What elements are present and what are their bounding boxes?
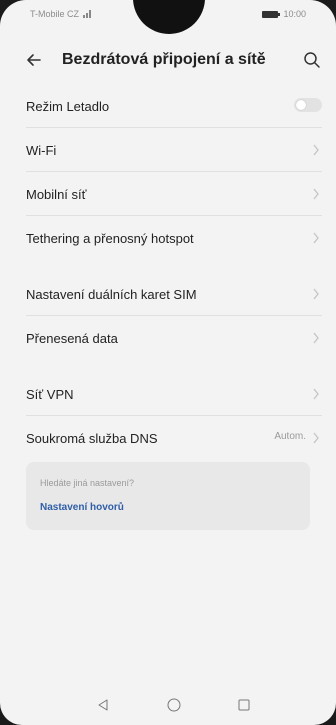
arrow-left-icon[interactable] (24, 50, 44, 70)
chevron-right-icon (313, 432, 319, 444)
setting-private-dns[interactable]: Soukromá služba DNS Autom. (0, 416, 336, 460)
page-title: Bezdrátová připojení a sítě (62, 51, 266, 68)
status-right: 10:00 (262, 9, 306, 19)
settings-list: Režim Letadlo Wi-Fi Mobilní síť Tetherin… (0, 84, 336, 460)
airplane-mode-toggle[interactable] (294, 98, 322, 112)
carrier-label: T-Mobile CZ (30, 9, 80, 19)
setting-label: Soukromá služba DNS (26, 430, 158, 446)
setting-label: Mobilní síť (26, 186, 87, 202)
status-left: T-Mobile CZ (30, 9, 93, 19)
nav-back-icon[interactable] (97, 699, 109, 711)
battery-icon (262, 10, 281, 18)
phone-screen: T-Mobile CZ 10:00 Bezdrátová připojení a… (0, 0, 336, 725)
chevron-right-icon (313, 188, 319, 200)
status-bar: T-Mobile CZ 10:00 (0, 0, 336, 30)
chevron-right-icon (313, 288, 319, 300)
setting-tethering[interactable]: Tethering a přenosný hotspot (0, 216, 336, 260)
setting-label: Přenesená data (26, 330, 118, 346)
setting-data-usage[interactable]: Přenesená data (0, 316, 336, 360)
nav-recent-apps-icon[interactable] (238, 699, 250, 711)
suggestion-card: Hledáte jiná nastavení? Nastavení hovorů (26, 462, 310, 530)
search-icon[interactable] (302, 50, 322, 70)
setting-label: Režim Letadlo (26, 98, 110, 114)
suggestion-hint: Hledáte jiná nastavení? (40, 478, 135, 488)
call-settings-link[interactable]: Nastavení hovorů (40, 502, 124, 513)
chevron-right-icon (313, 232, 319, 244)
status-time: 10:00 (283, 9, 306, 19)
chevron-right-icon (313, 144, 319, 156)
setting-mobile-network[interactable]: Mobilní síť (0, 172, 336, 216)
navigation-bar (0, 685, 336, 725)
dns-value: Autom. (274, 431, 306, 442)
setting-label: Nastavení duálních karet SIM (26, 286, 197, 302)
app-bar: Bezdrátová připojení a sítě (0, 40, 336, 80)
toggle-knob (296, 100, 306, 110)
setting-label: Wi-Fi (26, 142, 57, 158)
setting-label: Síť VPN (26, 386, 74, 402)
chevron-right-icon (313, 332, 319, 344)
setting-vpn[interactable]: Síť VPN (0, 372, 336, 416)
setting-airplane-mode[interactable]: Režim Letadlo (0, 84, 336, 128)
nav-home-icon[interactable] (167, 698, 181, 712)
signal-icon (83, 10, 93, 18)
setting-dual-sim[interactable]: Nastavení duálních karet SIM (0, 272, 336, 316)
setting-label: Tethering a přenosný hotspot (26, 230, 194, 246)
chevron-right-icon (313, 388, 319, 400)
setting-wifi[interactable]: Wi-Fi (0, 128, 336, 172)
